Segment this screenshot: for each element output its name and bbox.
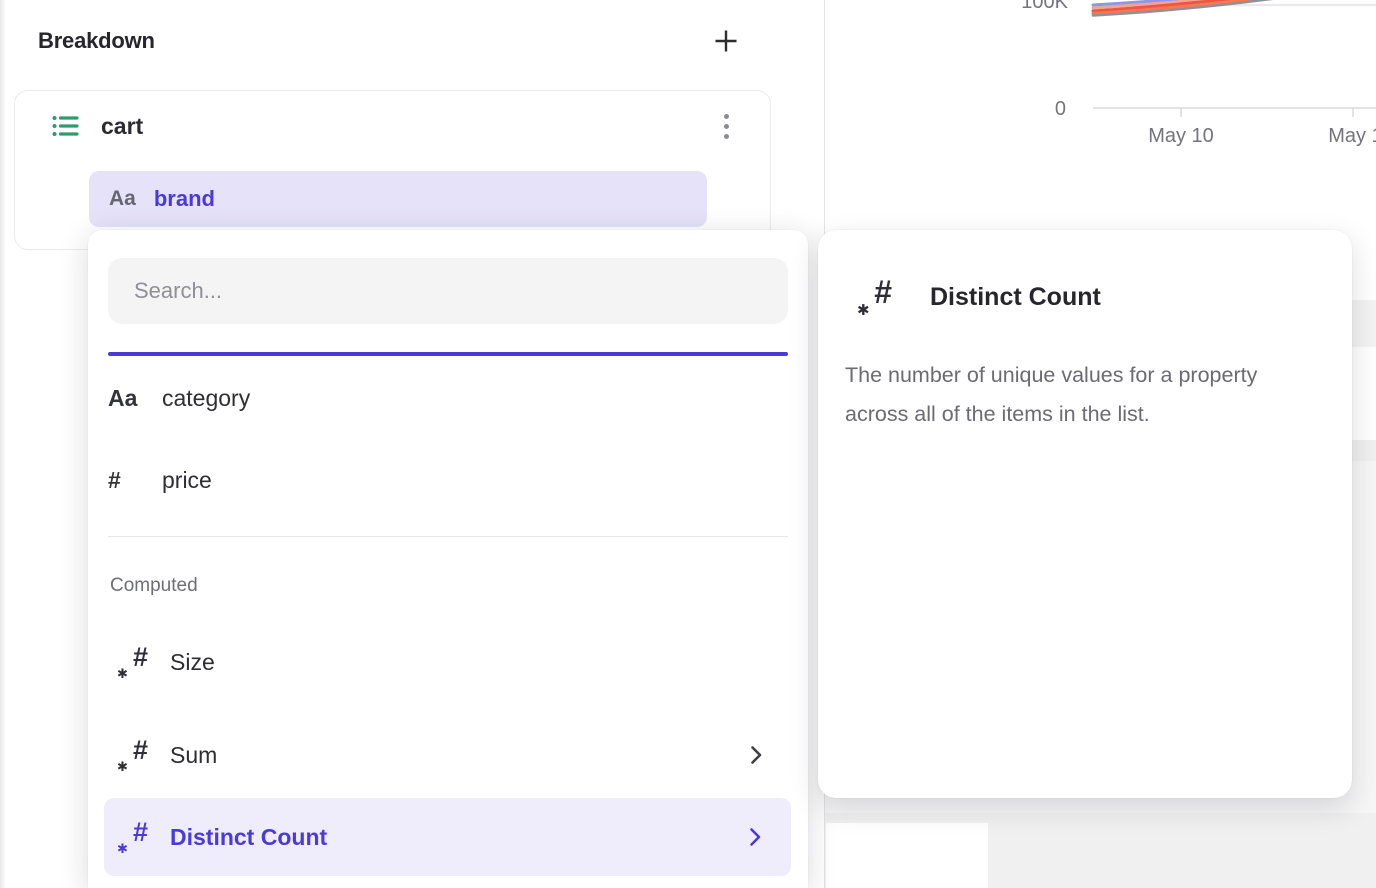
cart-label: cart — [101, 113, 716, 140]
chevron-right-icon — [749, 827, 761, 847]
tooltip-title: Distinct Count — [930, 283, 1101, 312]
cart-row[interactable]: cart — [51, 111, 742, 141]
plus-icon — [713, 28, 739, 54]
computed-number-icon: # ✱ — [118, 737, 148, 773]
dropdown-item-price[interactable]: # price — [108, 452, 788, 508]
search-input[interactable] — [108, 258, 788, 324]
add-breakdown-button[interactable] — [712, 27, 740, 55]
selected-property-name: brand — [154, 186, 215, 212]
tooltip-header: # ✱ Distinct Count — [858, 276, 1322, 318]
computed-number-icon: # ✱ — [118, 819, 148, 855]
dropdown-item-distinct-count[interactable]: # ✱ Distinct Count — [104, 798, 791, 876]
line-chart — [824, 0, 1376, 160]
ellipsis-icon — [724, 114, 729, 119]
number-type-icon: # — [108, 467, 142, 494]
y-axis-tick-100k: 100K — [968, 0, 1068, 12]
dropdown-item-size[interactable]: # ✱ Size — [108, 634, 788, 690]
panel-edge — [0, 0, 6, 888]
chevron-right-icon — [750, 745, 762, 765]
computed-section-label: Computed — [108, 575, 788, 599]
string-type-icon: Aa — [109, 187, 136, 211]
computed-number-icon: # ✱ — [118, 644, 148, 680]
distinct-count-tooltip: # ✱ Distinct Count The number of unique … — [818, 230, 1352, 798]
dropdown-item-label: Size — [170, 649, 762, 676]
card-menu-button[interactable] — [716, 112, 736, 140]
breakdown-title: Breakdown — [38, 28, 155, 54]
dropdown-item-label: category — [162, 385, 788, 412]
string-type-icon: Aa — [108, 385, 142, 412]
table-cell — [826, 823, 988, 888]
computed-number-icon: # ✱ — [858, 276, 892, 318]
x-axis-tick-may10: May 10 — [1141, 126, 1221, 146]
breakdown-card: cart Aa brand — [14, 90, 771, 250]
x-axis-tick-may17: May 17 — [1326, 126, 1376, 146]
property-dropdown: Aa category # price Computed # ✱ Size # … — [88, 230, 808, 888]
selected-item-indicator — [108, 352, 788, 356]
selected-property-pill[interactable]: Aa brand — [89, 171, 707, 227]
tooltip-description: The number of unique values for a proper… — [845, 356, 1317, 433]
dropdown-item-category[interactable]: Aa category — [108, 370, 788, 426]
dropdown-item-label: price — [162, 467, 788, 494]
dropdown-divider — [108, 536, 788, 537]
breakdown-header: Breakdown — [38, 26, 786, 56]
y-axis-tick-0: 0 — [966, 99, 1066, 119]
dropdown-item-label: Distinct Count — [170, 824, 749, 851]
dropdown-item-label: Sum — [170, 742, 750, 769]
list-icon — [51, 112, 79, 140]
dropdown-item-sum[interactable]: # ✱ Sum — [108, 727, 788, 783]
